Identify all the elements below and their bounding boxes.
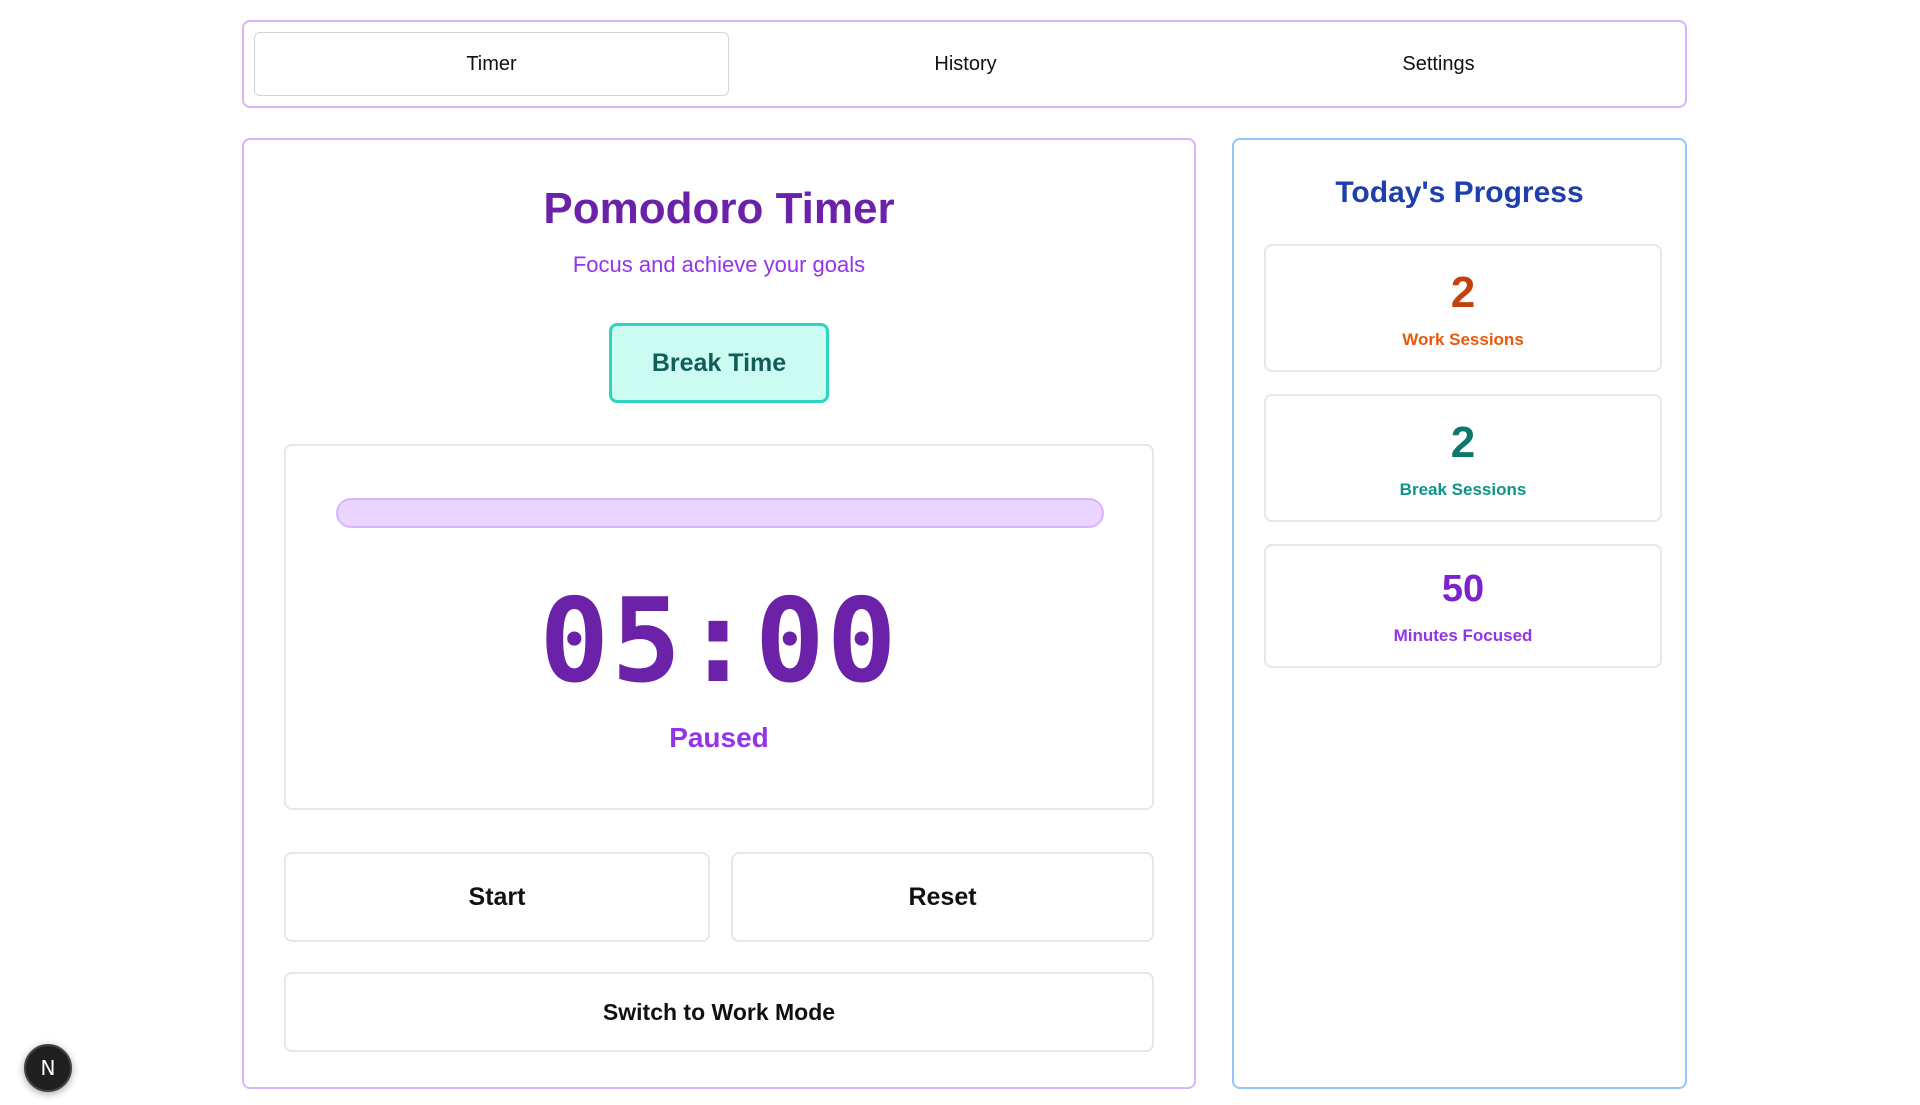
stat-break-sessions: 2 Break Sessions (1264, 394, 1662, 522)
progress-card: Today's Progress 2 Work Sessions 2 Break… (1232, 138, 1687, 1089)
page-title: Pomodoro Timer (543, 184, 895, 233)
mode-badge: Break Time (609, 323, 829, 403)
page-subtitle: Focus and achieve your goals (572, 252, 866, 277)
next-logo-icon[interactable]: N (24, 1044, 72, 1092)
stat-work-sessions: 2 Work Sessions (1264, 244, 1662, 372)
tab-history[interactable]: History (729, 32, 1202, 96)
stat-value: 50 (1441, 568, 1485, 610)
timer-progress-bar (336, 498, 1104, 528)
stat-label: Break Sessions (1399, 480, 1527, 499)
stat-value: 2 (1450, 268, 1476, 317)
switch-mode-button[interactable]: Switch to Work Mode (284, 972, 1154, 1052)
stat-minutes-focused: 50 Minutes Focused (1264, 544, 1662, 668)
tab-bar: Timer History Settings (242, 20, 1687, 108)
start-button[interactable]: Start (284, 852, 710, 942)
tab-timer[interactable]: Timer (254, 32, 729, 96)
stat-label: Minutes Focused (1393, 626, 1533, 645)
reset-button[interactable]: Reset (731, 852, 1154, 942)
countdown-display: 05:00 (539, 574, 899, 709)
tab-settings[interactable]: Settings (1202, 32, 1675, 96)
app-root: Timer History Settings Pomodoro Timer Fo… (0, 0, 1920, 1105)
stat-label: Work Sessions (1402, 330, 1524, 349)
timer-card: Pomodoro Timer Focus and achieve your go… (242, 138, 1196, 1089)
timer-status: Paused (669, 722, 769, 753)
stat-value: 2 (1450, 418, 1476, 467)
clock-panel: 05:00 Paused (284, 444, 1154, 810)
progress-title: Today's Progress (1335, 176, 1584, 209)
